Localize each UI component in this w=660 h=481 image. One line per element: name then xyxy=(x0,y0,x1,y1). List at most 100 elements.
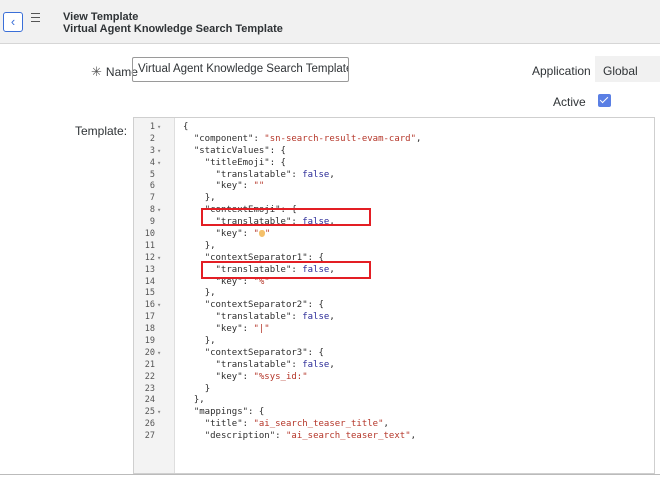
code-lines: 1 ▾{2 "component": "sn-search-result-evam… xyxy=(134,122,654,443)
fold-arrow-icon[interactable]: ▾ xyxy=(157,205,165,217)
string-token: "sn-search-result-evam-card" xyxy=(264,133,417,144)
punctuation-token: }, xyxy=(204,240,216,251)
string-token: "%sys_id:" xyxy=(253,371,308,382)
code-line[interactable]: 25 ▾ "mappings": { xyxy=(134,407,654,419)
boolean-token: false xyxy=(302,359,330,370)
code-line[interactable]: 16 ▾ "contextSeparator2": { xyxy=(134,300,654,312)
fold-arrow-icon[interactable]: ▾ xyxy=(157,158,165,170)
punctuation-token: , xyxy=(416,133,422,144)
punctuation-token: , xyxy=(329,359,335,370)
key-token: "staticValues" xyxy=(193,145,270,156)
code-line[interactable]: 23 } xyxy=(134,384,654,396)
code-line[interactable]: 15 }, xyxy=(134,288,654,300)
key-token: "translatable" xyxy=(215,169,292,180)
punctuation-token: : xyxy=(291,312,303,323)
page-title: View Template xyxy=(63,11,139,23)
punctuation-token: : { xyxy=(269,145,286,156)
code-text: "mappings": { xyxy=(183,407,264,419)
fold-arrow-icon[interactable]: ▾ xyxy=(157,122,165,134)
punctuation-token: }, xyxy=(204,336,216,347)
line-number: 23 xyxy=(144,383,155,394)
template-label: Template: xyxy=(75,124,128,138)
punctuation-token: }, xyxy=(204,288,216,299)
fold-arrow-icon[interactable]: ▾ xyxy=(157,253,165,265)
punctuation-token: } xyxy=(204,383,211,394)
active-label: Active xyxy=(553,95,586,109)
punctuation-token: { xyxy=(183,122,189,132)
active-checkbox[interactable] xyxy=(598,94,611,107)
required-icon: ✳ xyxy=(91,64,102,79)
punctuation-token: : xyxy=(253,133,265,144)
key-token: "component" xyxy=(193,133,254,144)
string-token: " xyxy=(264,229,271,240)
fold-arrow-icon[interactable]: ▾ xyxy=(157,146,165,158)
code-text: "key": "" xyxy=(183,229,271,241)
code-text: "translatable": false, xyxy=(183,360,335,372)
code-text: "contextSeparator2": { xyxy=(183,300,324,312)
key-token: "key" xyxy=(215,229,243,240)
code-text: "key": "|" xyxy=(183,324,270,336)
punctuation-token: : xyxy=(291,169,303,180)
code-text: "translatable": false, xyxy=(183,170,335,182)
line-number: 10 xyxy=(144,229,155,240)
code-line[interactable]: 1 ▾ { xyxy=(134,122,654,134)
string-token: "ai_search_teaser_text" xyxy=(285,431,411,442)
key-token: "contextSeparator2" xyxy=(204,300,308,311)
template-code-editor[interactable]: 1 ▾{2 "component": "sn-search-result-evam… xyxy=(133,117,655,474)
line-number: 9 xyxy=(149,217,155,228)
back-button[interactable]: ‹ xyxy=(3,12,23,32)
code-line[interactable]: 26 "title": "ai_search_teaser_title", xyxy=(134,419,654,431)
code-line[interactable]: 3 ▾ "staticValues": { xyxy=(134,146,654,158)
code-line[interactable]: 19 }, xyxy=(134,336,654,348)
punctuation-token: : { xyxy=(269,157,286,168)
code-line[interactable]: 6 "key": "" xyxy=(134,181,654,193)
hamburger-icon[interactable] xyxy=(31,13,40,24)
fold-arrow-icon[interactable]: ▾ xyxy=(157,300,165,312)
punctuation-token: : xyxy=(275,431,286,442)
line-number: 22 xyxy=(144,371,155,382)
line-number: 7 xyxy=(149,193,155,204)
string-token: "|" xyxy=(253,324,270,335)
line-number: 21 xyxy=(144,359,155,370)
key-token: "mappings" xyxy=(193,407,249,418)
code-text: }, xyxy=(183,241,216,253)
punctuation-token: : { xyxy=(307,300,324,311)
code-line[interactable]: 10 "key": " " xyxy=(134,229,654,241)
code-line[interactable]: 17 "translatable": false, xyxy=(134,312,654,324)
line-number: 16 xyxy=(144,300,155,311)
name-input[interactable]: Virtual Agent Knowledge Search Templat⁠e xyxy=(132,57,349,82)
code-line[interactable]: 20 ▾ "contextSeparator3": { xyxy=(134,348,654,360)
code-line[interactable]: 18 "key": "|" xyxy=(134,324,654,336)
punctuation-token: : xyxy=(242,229,254,240)
key-token: "contextSeparator3" xyxy=(204,347,308,358)
code-text: "staticValues": { xyxy=(183,146,286,158)
punctuation-token: : { xyxy=(307,347,324,358)
punctuation-token: }, xyxy=(204,193,216,204)
code-line[interactable]: 4 ▾ "titleEmoji": { xyxy=(134,158,654,170)
fold-arrow-icon[interactable]: ▾ xyxy=(157,407,165,419)
line-number: 2 xyxy=(149,133,155,144)
code-line[interactable]: 5 "translatable": false, xyxy=(134,170,654,182)
code-line[interactable]: 21 "translatable": false, xyxy=(134,360,654,372)
code-line[interactable]: 27 "description": "ai_search_teaser_text… xyxy=(134,431,654,443)
code-line[interactable]: 7 }, xyxy=(134,193,654,205)
punctuation-token: : xyxy=(291,359,303,370)
code-line[interactable]: 24 }, xyxy=(134,395,654,407)
highlight-box-context-emoji xyxy=(201,208,371,226)
code-line[interactable]: 22 "key": "%sys_id:" xyxy=(134,372,654,384)
code-line[interactable]: 2 "component": "sn-search-result-evam-ca… xyxy=(134,134,654,146)
code-line[interactable]: 11 }, xyxy=(134,241,654,253)
fold-arrow-icon[interactable]: ▾ xyxy=(157,348,165,360)
key-token: "key" xyxy=(215,324,243,335)
code-text: "key": "" xyxy=(183,181,265,193)
name-label: ✳ Name xyxy=(91,64,138,80)
